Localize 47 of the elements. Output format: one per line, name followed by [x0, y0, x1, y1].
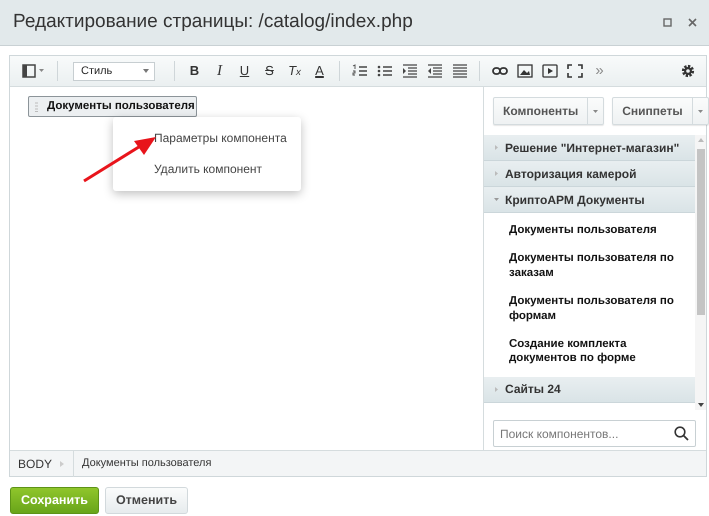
text-color-button[interactable]: A: [307, 59, 332, 83]
outdent-icon[interactable]: [426, 64, 442, 78]
caret-icon: [39, 69, 44, 73]
fullscreen-icon[interactable]: [566, 64, 582, 78]
bold-button[interactable]: B: [182, 59, 207, 83]
video-icon[interactable]: [542, 64, 558, 78]
indent-icon[interactable]: [402, 64, 418, 78]
sidebar-icon: [22, 64, 36, 78]
link-icon[interactable]: [492, 64, 508, 78]
drag-handle-icon: [35, 102, 38, 112]
component-item[interactable]: Документы пользователя: [484, 216, 695, 244]
underline-button[interactable]: U: [232, 59, 257, 83]
caret-icon: [698, 110, 703, 112]
component-item[interactable]: Документы пользователя по формам: [484, 287, 695, 330]
strikethrough-button[interactable]: S: [257, 59, 282, 83]
component-label: Документы пользователя: [47, 98, 195, 114]
window-title: Редактирование страницы: /catalog/index.php: [13, 11, 414, 34]
group-header[interactable]: КриптоАРМ Документы: [484, 187, 695, 213]
menu-item[interactable]: Удалить компонент: [113, 154, 301, 185]
settings-icon[interactable]: [681, 64, 695, 78]
justify-icon[interactable]: [452, 64, 468, 78]
breadcrumb-item[interactable]: BODY: [10, 454, 60, 472]
caret-icon: [593, 110, 598, 112]
search-icon: [674, 426, 689, 441]
bullet-list-icon[interactable]: [376, 64, 392, 78]
scroll-down-icon: [698, 403, 704, 407]
breadcrumb-item[interactable]: Документы пользователя: [74, 455, 220, 472]
group-header[interactable]: Сайты 24: [484, 376, 695, 403]
caret-icon: [143, 69, 149, 73]
italic-button[interactable]: I: [207, 59, 232, 83]
scrollbar[interactable]: [695, 135, 706, 410]
breadcrumb-separator-icon: [60, 460, 64, 466]
cancel-button[interactable]: Отменить: [104, 487, 188, 514]
close-icon[interactable]: [688, 18, 697, 27]
clear-format-button[interactable]: T$_{x}$: [282, 59, 307, 83]
scroll-up-icon: [698, 138, 704, 142]
maximize-icon[interactable]: [663, 18, 672, 27]
search-field[interactable]: Поиск компонентов...: [493, 420, 696, 447]
component-item[interactable]: Документы пользователя по заказам: [484, 244, 695, 288]
style-select[interactable]: Стиль: [73, 62, 155, 80]
ordered-list-icon[interactable]: [352, 64, 368, 78]
image-icon[interactable]: [516, 64, 532, 78]
group-header[interactable]: Решение "Интернет-магазин": [484, 135, 695, 161]
component-item[interactable]: Создание комплекта документов по форме: [484, 330, 695, 373]
group-header[interactable]: Авторизация камерой: [484, 161, 695, 187]
component-block[interactable]: Документы пользователя: [28, 96, 197, 117]
menu-item[interactable]: Параметры компонента: [113, 123, 301, 154]
